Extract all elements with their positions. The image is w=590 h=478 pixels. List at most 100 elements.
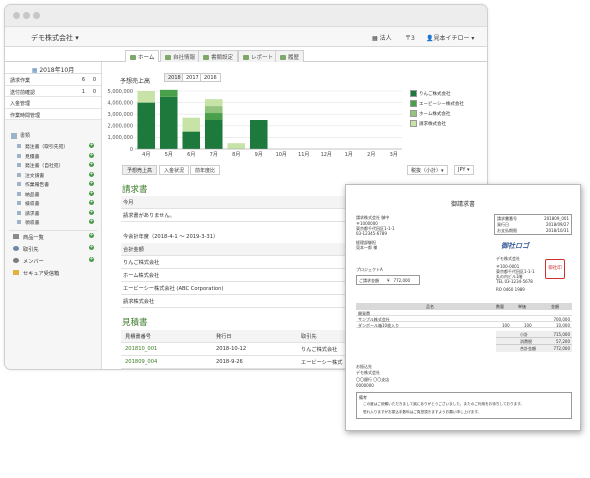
x-tick-label: 7月 (210, 152, 218, 158)
document-icon (17, 191, 21, 196)
report-icon (243, 55, 249, 60)
bar-segment (159, 96, 178, 149)
document-icon (17, 153, 21, 158)
legend-swatch (410, 90, 417, 97)
app-header: デモ株式会社 ▾ ▦ 法人 〒3 👤見本イチロー ▾ (5, 27, 487, 47)
sidebar-doc-item[interactable]: 発注書（取引先宛） + (5, 141, 101, 151)
user-icon (13, 257, 19, 263)
sidebar-item-products[interactable]: 商品一覧 + (5, 231, 101, 243)
sidebar-doc-label: 見積書 (25, 154, 40, 160)
sidebar-doc-item[interactable]: 作業報告書 + (5, 179, 101, 189)
bar-segment (137, 102, 156, 149)
year-2016-button[interactable]: 2016 (200, 73, 221, 82)
y-tick-label: 3,000,000 (108, 112, 133, 118)
tab-company[interactable]: 自社情報 (160, 50, 201, 62)
bar-segment (204, 99, 223, 107)
bar-segment (182, 117, 201, 132)
estimates-heading: 見積書 (122, 318, 148, 328)
company-logo: 御社ロゴ (501, 242, 529, 250)
document-icon (17, 144, 21, 148)
chart-tab-forecast[interactable]: 予想売上高 (122, 165, 158, 175)
sidebar-doc-item[interactable]: 検収書 + (5, 198, 101, 208)
sidebar-doc-item[interactable]: 請求書 + (5, 208, 101, 218)
sidebar-item-members[interactable]: メンバー + (5, 255, 101, 267)
notes-box: 備考 この度はご依頼いただきまして誠にありがとうございました。またのご利用をお待… (356, 392, 572, 419)
add-icon[interactable]: + (89, 162, 94, 167)
invoice-project: プロジェクトA (356, 267, 383, 272)
add-icon[interactable]: + (89, 244, 94, 250)
add-icon[interactable]: + (89, 171, 94, 177)
sidebar-doc-item[interactable]: 見積書 + (5, 151, 101, 161)
building-icon (165, 55, 171, 60)
add-icon[interactable]: + (89, 232, 94, 238)
sidebar-doc-label: 注文請書 (25, 173, 45, 179)
window-dot-3[interactable] (33, 12, 40, 19)
add-icon[interactable]: + (89, 143, 94, 148)
document-icon (17, 163, 21, 167)
tab-report[interactable]: レポート (238, 50, 279, 62)
sidebar-doc-item[interactable]: 納品書 + (5, 189, 101, 199)
stat-row[interactable]: 請求作業 6 0 (5, 74, 101, 86)
add-icon[interactable]: + (89, 256, 94, 262)
company-selector[interactable]: デモ株式会社 ▾ (31, 33, 79, 43)
sidebar-month[interactable]: ▦ 2018年10月 (5, 62, 101, 74)
grid-icon: ▦ (372, 35, 380, 42)
issuer-tel: TEL 03-1234-5678 (496, 279, 533, 284)
legend-item: りんご株式会社 (410, 90, 464, 100)
invoice-contact: 見本一郎 様 (356, 245, 378, 250)
corp-menu[interactable]: ▦ 法人 (372, 33, 392, 42)
add-icon[interactable]: + (89, 152, 94, 158)
issuer-number: RO 0460 1989 (496, 287, 525, 292)
sidebar-item-clients[interactable]: 取引先 + (5, 243, 101, 255)
chart-tab-yoy[interactable]: 前年度比 (190, 165, 221, 175)
y-tick-label: 1,000,000 (108, 135, 133, 141)
stat-row[interactable]: 入金管理 (5, 97, 101, 109)
add-icon[interactable]: + (89, 219, 94, 224)
y-tick-label: 5,000,000 (108, 89, 133, 95)
x-tick-label: 12月 (321, 152, 332, 158)
x-tick-label: 2月 (367, 152, 375, 158)
document-icon (17, 210, 21, 215)
summary-row: 消費税 57,200 (496, 338, 572, 345)
stat-row[interactable]: 作業時間管理 (5, 108, 101, 120)
items-rows: 開発費 サンプル株式会社 700,000 ダンボール箱10枚入り 100 100 10,… (356, 310, 572, 328)
sidebar-doc-item[interactable]: 注文請書 + (5, 170, 101, 180)
tab-doc-settings[interactable]: 書類設定 (198, 50, 239, 62)
add-icon[interactable]: + (89, 200, 94, 205)
tax-select[interactable]: 税抜（小計）▾ (407, 165, 448, 175)
x-tick-label: 10月 (276, 152, 287, 158)
summary-row: 合計金額 772,000 (496, 345, 572, 352)
home-icon (130, 55, 136, 60)
items-summary: 小計 715,000 消費税 57,200 合計金額 772,000 (496, 331, 572, 352)
sidebar-doc-item[interactable]: 領収書 + (5, 217, 101, 227)
invoice-title: 御請求書 (450, 201, 475, 208)
sidebar-doc-label: 作業報告書 (25, 183, 49, 188)
window-dot-1[interactable] (13, 12, 20, 19)
postal-menu[interactable]: 〒3 (405, 33, 415, 42)
bank-info: デモ株式会社 (356, 370, 380, 375)
x-tick-label: 5月 (165, 152, 173, 158)
invoices-heading: 請求書 (122, 185, 148, 195)
sales-chart: 5,000,000 4,000,000 3,000,000 2,000,000 1,00… (108, 89, 402, 158)
sidebar-item-secure-inbox[interactable]: セキュア受信箱 (5, 267, 101, 279)
document-icon (17, 220, 21, 224)
add-icon[interactable]: + (89, 181, 94, 186)
tab-history[interactable]: 履歴 (275, 50, 305, 62)
chart-tab-payment[interactable]: 入金状況 (159, 165, 190, 175)
add-icon[interactable]: + (89, 190, 94, 196)
legend-item: ホーム株式会社 (410, 110, 464, 120)
chart-title: 予想売上高 (120, 78, 151, 85)
currency-select[interactable]: JPY ▾ (454, 165, 474, 175)
stat-row[interactable]: 送付前確認 1 0 (5, 85, 101, 97)
invoice-tel: 03-12345-6789 (356, 231, 387, 236)
add-icon[interactable]: + (89, 209, 94, 215)
window-dot-2[interactable] (23, 12, 30, 19)
legend-item: エービーシー株式会社 (410, 100, 464, 110)
legend-swatch (410, 100, 417, 107)
x-tick-label: 8月 (232, 152, 240, 158)
y-tick-label: 2,000,000 (108, 124, 133, 130)
sidebar-doc-item[interactable]: 発注書（自社宛） + (5, 160, 101, 170)
invoice-amount-box: ご請求金額 ¥ 772,000 (356, 275, 420, 285)
user-menu[interactable]: 👤見本イチロー ▾ (426, 33, 474, 42)
bar-segment (182, 131, 201, 149)
